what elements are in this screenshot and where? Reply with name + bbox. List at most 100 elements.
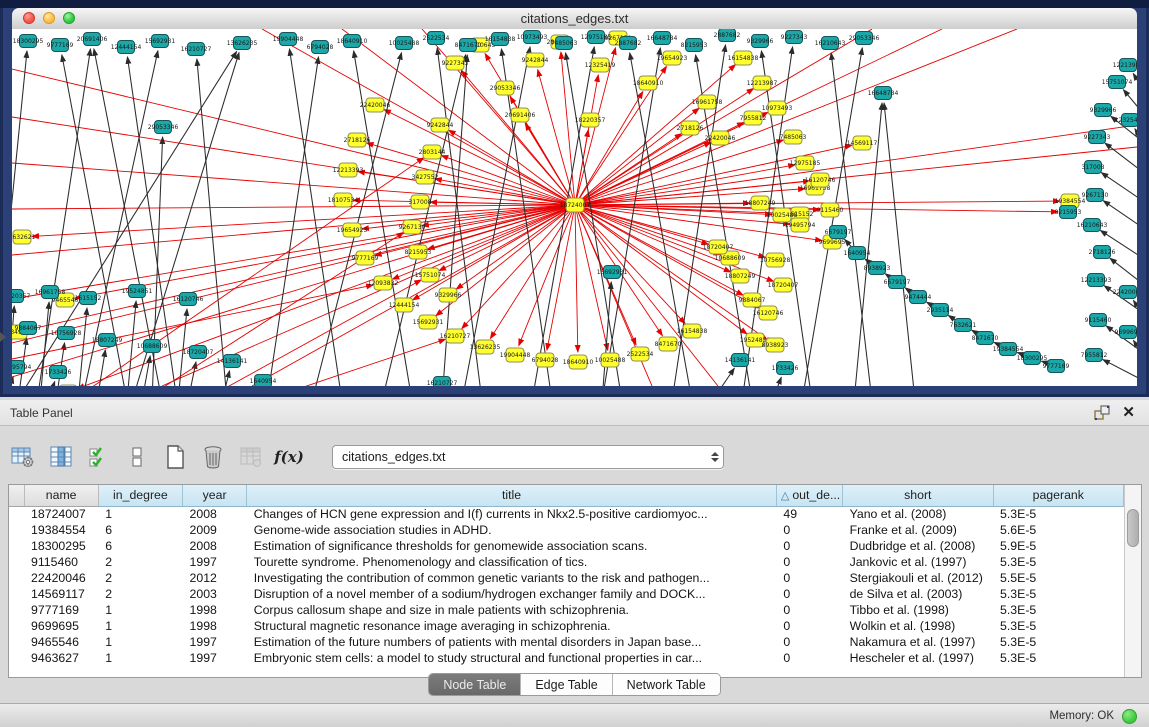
graph-node[interactable]: 12444154	[111, 41, 142, 54]
graph-node[interactable]: 16648784	[647, 32, 678, 45]
graph-node[interactable]: 16120746	[753, 306, 784, 320]
graph-node[interactable]: 9884067	[739, 293, 766, 307]
graph-node[interactable]: 18220357	[575, 113, 606, 127]
graph-node[interactable]: 22420046	[360, 98, 391, 112]
graph-node[interactable]: 7632621	[950, 319, 977, 332]
graph-node[interactable]: 9777169	[352, 251, 379, 265]
column-header-year[interactable]: year	[183, 485, 247, 506]
graph-node[interactable]: 9267130	[1082, 189, 1109, 202]
graph-node[interactable]: 16154838	[728, 51, 759, 65]
graph-node[interactable]: 10025488	[389, 37, 420, 50]
column-header-out_de[interactable]: △out_de...	[776, 485, 842, 506]
memory-status-icon[interactable]	[1122, 709, 1137, 724]
close-panel-icon[interactable]: ✕	[1122, 405, 1135, 420]
graph-node[interactable]: 29053346	[490, 81, 521, 95]
graph-node[interactable]: 19654923	[657, 51, 688, 65]
graph-node[interactable]: 19904448	[273, 33, 304, 46]
vertical-scrollbar[interactable]	[1124, 485, 1141, 677]
graph-node[interactable]: 12975185	[790, 156, 821, 170]
graph-node[interactable]: 12444154	[389, 298, 420, 312]
column-header-in_degree[interactable]: in_degree	[98, 485, 182, 506]
graph-node[interactable]: 10756928	[760, 253, 791, 267]
graph-node[interactable]: 18300295	[13, 35, 44, 48]
checklist-icon[interactable]	[86, 444, 112, 470]
graph-node[interactable]: 18720407	[183, 346, 214, 359]
graph-node[interactable]: 12213987	[1113, 59, 1137, 72]
function-builder-icon[interactable]: f(x)	[276, 444, 302, 470]
graph-node[interactable]: 7485063	[780, 130, 807, 144]
graph-node[interactable]: 9227343	[781, 31, 808, 44]
dock-handle[interactable]	[0, 332, 6, 342]
graph-node[interactable]: 10973493	[517, 31, 548, 44]
graph-node[interactable]: 6794028	[532, 353, 559, 367]
graph-node[interactable]: 317008	[1082, 161, 1105, 174]
graph-node[interactable]: 2718126	[1089, 246, 1116, 259]
graph-node[interactable]: 16210643	[1077, 219, 1108, 232]
rows-icon[interactable]	[124, 444, 150, 470]
graph-node[interactable]: 18640910	[563, 355, 594, 369]
graph-node[interactable]: 6794028	[307, 41, 334, 54]
graph-node[interactable]: 9474444	[905, 291, 932, 304]
graph-node[interactable]: 16648784	[868, 87, 899, 100]
network-canvas[interactable]: 1872400722420046271812612213393181075341…	[12, 29, 1137, 386]
graph-node[interactable]: 13626235	[227, 37, 258, 50]
graph-node[interactable]: 14136141	[217, 355, 248, 368]
graph-node[interactable]: 15692931	[145, 35, 176, 48]
graph-node[interactable]: 19524851	[122, 285, 153, 298]
graph-node[interactable]: 2522534	[627, 347, 654, 361]
graph-node[interactable]: 2522534	[423, 32, 450, 45]
graph-node[interactable]: 9115460	[817, 203, 844, 217]
graph-node[interactable]: 16210727	[181, 43, 212, 56]
graph-node[interactable]: 14569117	[847, 136, 878, 150]
column-select-icon[interactable]	[48, 444, 74, 470]
graph-node[interactable]: 2718126	[344, 133, 371, 147]
graph-node[interactable]: 19904448	[500, 348, 531, 362]
graph-node[interactable]: 1640954	[844, 247, 871, 260]
graph-node[interactable]: 16210727	[427, 377, 458, 387]
table-row[interactable]: 1872400712008Changes of HCN gene express…	[9, 506, 1124, 522]
float-panel-icon[interactable]	[1094, 405, 1112, 421]
graph-node[interactable]: 9329966	[435, 288, 462, 302]
graph-node[interactable]: 20691406	[77, 33, 108, 46]
tab-node-table[interactable]: Node Table	[429, 674, 521, 695]
graph-node[interactable]: 9242844	[522, 53, 549, 67]
graph-node[interactable]: 9329966	[1090, 104, 1117, 117]
graph-node[interactable]: 22420046	[1113, 286, 1137, 299]
graph-node[interactable]: 9115460	[1085, 314, 1112, 327]
graph-node[interactable]: 10756928	[51, 327, 82, 340]
graph-node[interactable]: 12325419	[585, 58, 616, 72]
new-document-icon[interactable]	[162, 444, 188, 470]
column-header-pagerank[interactable]: pagerank	[993, 485, 1123, 506]
graph-node[interactable]: 317008	[409, 195, 432, 209]
graph-node[interactable]: 14136141	[725, 354, 756, 367]
graph-node[interactable]: 1733426	[772, 362, 799, 375]
minimize-window-button[interactable]	[43, 12, 55, 24]
graph-node[interactable]: 29053346	[148, 121, 179, 134]
column-header-title[interactable]: title	[247, 485, 777, 506]
graph-node[interactable]: 8938923	[864, 262, 891, 275]
graph-node[interactable]: 12213393	[333, 163, 364, 177]
graph-node[interactable]: 16120746	[173, 293, 204, 306]
table-row[interactable]: 1456911722003Disruption of a novel membe…	[9, 586, 1124, 602]
graph-node[interactable]: 8471670	[655, 337, 682, 351]
graph-node[interactable]: 9699695	[1115, 326, 1137, 339]
table-row[interactable]: 1830029562008Estimation of significance …	[9, 538, 1124, 554]
graph-node[interactable]: 8215953	[681, 39, 708, 52]
graph-node[interactable]: 7632621	[12, 230, 36, 244]
graph-node[interactable]: 1640954	[250, 375, 277, 387]
column-header-name[interactable]: name	[24, 485, 98, 506]
graph-node[interactable]: 9777169	[47, 39, 74, 52]
trash-icon[interactable]	[200, 444, 226, 470]
graph-node[interactable]: 9329966	[747, 35, 774, 48]
table-row[interactable]: 946362711997Embryonic stem cells: a mode…	[9, 650, 1124, 666]
graph-node[interactable]: 19654923	[337, 223, 368, 237]
table-row[interactable]: 977716911998Corpus callosum shape and si…	[9, 602, 1124, 618]
graph-node[interactable]: 15692931	[413, 315, 444, 329]
graph-node[interactable]: 29053346	[849, 32, 880, 45]
graph-node[interactable]: 8215953	[405, 245, 432, 259]
table-row[interactable]: 911546021997Tourette syndrome. Phenomeno…	[9, 554, 1124, 570]
tab-edge-table[interactable]: Edge Table	[521, 674, 612, 695]
graph-node[interactable]: 18107534	[328, 193, 359, 207]
table-select[interactable]: citations_edges.txt	[332, 445, 724, 469]
network-graph[interactable]: 1872400722420046271812612213393181075341…	[12, 29, 1137, 386]
